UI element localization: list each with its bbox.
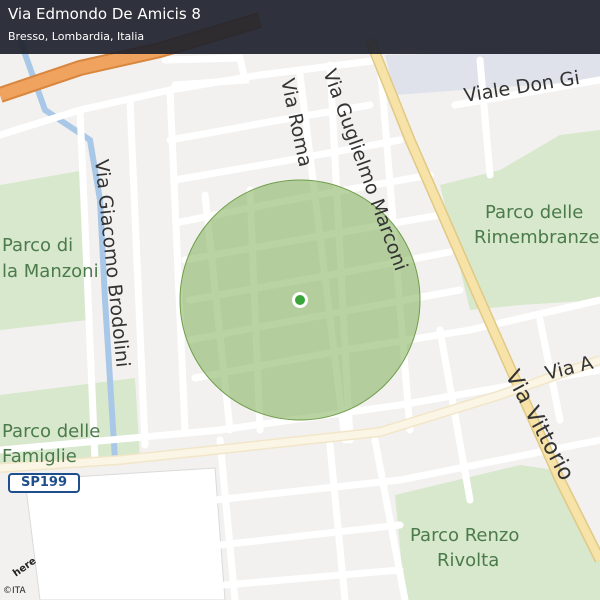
- label-park-famiglie-2: Famiglie: [2, 446, 77, 467]
- map-credit: ©ITA: [3, 586, 26, 596]
- label-park-rivolta-2: Rivolta: [437, 550, 499, 571]
- label-park-famiglie-1: Parco delle: [2, 421, 100, 442]
- location-header: Via Edmondo De Amicis 8 Bresso, Lombardi…: [0, 0, 600, 54]
- address-title: Via Edmondo De Amicis 8: [8, 5, 201, 23]
- label-park-manzoni-1: Parco di: [2, 235, 73, 256]
- label-park-rivolta-1: Parco Renzo: [410, 525, 519, 546]
- road-shield-sp199: SP199: [8, 473, 80, 493]
- label-park-rimembranze-1: Parco delle: [485, 202, 583, 223]
- address-subtitle: Bresso, Lombardia, Italia: [8, 30, 145, 43]
- map-canvas[interactable]: Via Roma Via Guglielmo Marconi Via Giaco…: [0, 0, 600, 600]
- label-park-manzoni-2: la Manzoni: [2, 261, 99, 282]
- label-park-rimembranze-2: Rimembranze: [474, 227, 599, 248]
